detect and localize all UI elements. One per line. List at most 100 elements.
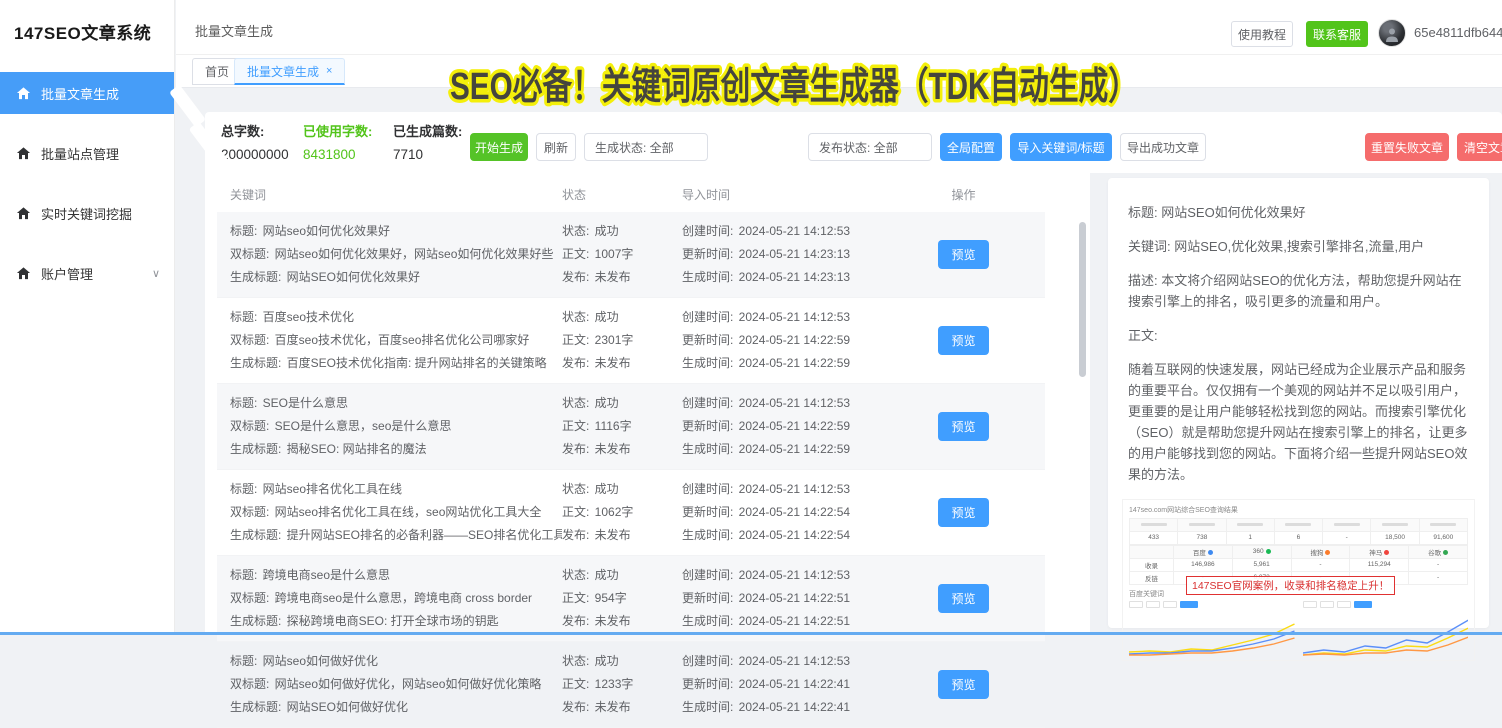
- generated-title-value: 提升网站SEO排名的必备利器——SEO排名优化工具在线: [286, 528, 562, 542]
- publish-value: 未发布: [594, 614, 631, 628]
- table-header: 关键词 状态 导入时间 操作: [205, 173, 1090, 212]
- cell-keyword: 标题: 网站seo如何优化效果好 双标题: 网站seo如何优化效果好，网站seo…: [217, 220, 562, 289]
- words-value: 1116字: [594, 419, 632, 433]
- tab-batch-article[interactable]: 批量文章生成 ×: [234, 58, 346, 85]
- publish-status-select[interactable]: 发布状态: 全部: [808, 133, 932, 161]
- preview-button[interactable]: 预览: [938, 584, 989, 613]
- sidebar-item-keyword-mining[interactable]: 实时关键词挖掘: [0, 192, 174, 234]
- words-label: 正文:: [562, 677, 593, 691]
- cell-status: 状态: 成功 正文: 1062字 发布: 未发布: [562, 478, 682, 547]
- sidebar-item-label: 批量站点管理: [41, 146, 120, 162]
- seo-report-screenshot: 147seo.com网站综合SEO查询结果 433 738 16 -18,500 …: [1122, 498, 1475, 661]
- generated-title-value: 探秘跨境电商SEO: 打开全球市场的钥匙: [286, 614, 499, 628]
- stat-generated-count: 已生成篇数: 7710: [393, 121, 462, 162]
- generated-title-value: 揭秘SEO: 网站排名的魔法: [286, 442, 427, 456]
- cell-keyword: 标题: 网站seo如何做好优化 双标题: 网站seo如何做好优化，网站seo如何…: [217, 650, 562, 719]
- updated-value: 2024-05-21 14:22:41: [738, 677, 851, 691]
- dual-title-label: 双标题:: [230, 333, 273, 347]
- preview-button[interactable]: 预览: [938, 670, 989, 699]
- cell-action: 预览: [895, 392, 1032, 461]
- start-generate-button[interactable]: 开始生成: [470, 133, 528, 161]
- publish-label: 发布:: [562, 614, 593, 628]
- generated-title-label: 生成标题:: [230, 700, 285, 714]
- title-label: 标题:: [230, 396, 261, 410]
- publish-value: 未发布: [594, 270, 631, 284]
- sidebar-item-site-manage[interactable]: 批量站点管理: [0, 132, 174, 174]
- shenma-icon: [1384, 550, 1390, 556]
- preview-button[interactable]: 预览: [938, 326, 989, 355]
- close-icon[interactable]: ×: [326, 65, 332, 77]
- title-label: 标题:: [230, 568, 261, 582]
- words-label: 正文:: [562, 419, 593, 433]
- col-status: 状态: [562, 188, 587, 202]
- table-row[interactable]: 标题: 跨境电商seo是什么意思 双标题: 跨境电商seo是什么意思，跨境电商 …: [217, 556, 1045, 642]
- title-value: 百度seo技术优化: [262, 310, 355, 324]
- dual-title-label: 双标题:: [230, 677, 273, 691]
- report-annotation: 147SEO官网案例，收录和排名稳定上升！: [1186, 575, 1396, 595]
- cell-keyword: 标题: SEO是什么意思 双标题: SEO是什么意思，seo是什么意思 生成标题…: [217, 392, 562, 461]
- export-success-button[interactable]: 导出成功文章: [1120, 133, 1206, 161]
- sidebar-item-batch-article[interactable]: 批量文章生成: [0, 72, 174, 114]
- chevron-down-icon: ∨: [151, 267, 160, 280]
- preview-title: 标题: 网站SEO如何优化效果好: [1128, 205, 1306, 220]
- created-label: 创建时间:: [682, 654, 737, 668]
- title-value: SEO是什么意思: [262, 396, 349, 410]
- user-avatar[interactable]: [1378, 19, 1406, 47]
- generated-time-label: 生成时间:: [682, 614, 737, 628]
- publish-label: 发布:: [562, 270, 593, 284]
- table-row[interactable]: 标题: 网站seo排名优化工具在线 双标题: 网站seo排名优化工具在线，seo…: [217, 470, 1045, 556]
- publish-label: 发布:: [562, 356, 593, 370]
- table-row[interactable]: 标题: 网站seo如何做好优化 双标题: 网站seo如何做好优化，网站seo如何…: [217, 642, 1045, 728]
- publish-value: 未发布: [594, 700, 631, 714]
- home-icon: [16, 86, 31, 101]
- contact-support-button[interactable]: 联系客服: [1306, 21, 1368, 47]
- cell-action: 预览: [895, 478, 1032, 547]
- dual-title-label: 双标题:: [230, 247, 273, 261]
- google-icon: [1443, 550, 1449, 556]
- updated-value: 2024-05-21 14:23:13: [738, 247, 851, 261]
- dual-title-label: 双标题:: [230, 419, 273, 433]
- preview-button[interactable]: 预览: [938, 240, 989, 269]
- publish-label: 发布:: [562, 528, 593, 542]
- sidebar-item-account[interactable]: 账户管理 ∨: [0, 252, 174, 294]
- cell-times: 创建时间: 2024-05-21 14:12:53 更新时间: 2024-05-…: [682, 478, 895, 547]
- table-row[interactable]: 标题: 网站seo如何优化效果好 双标题: 网站seo如何优化效果好，网站seo…: [217, 212, 1045, 298]
- words-value: 954字: [594, 591, 627, 605]
- status-label: 状态:: [562, 310, 593, 324]
- status-value: 成功: [594, 396, 619, 410]
- created-label: 创建时间:: [682, 224, 737, 238]
- status-value: 成功: [594, 224, 619, 238]
- status-value: 成功: [594, 568, 619, 582]
- cell-times: 创建时间: 2024-05-21 14:12:53 更新时间: 2024-05-…: [682, 220, 895, 289]
- vertical-scrollbar[interactable]: [1079, 222, 1086, 377]
- table-body: 标题: 网站seo如何优化效果好 双标题: 网站seo如何优化效果好，网站seo…: [205, 212, 1090, 728]
- updated-label: 更新时间:: [682, 591, 737, 605]
- cell-times: 创建时间: 2024-05-21 14:12:53 更新时间: 2024-05-…: [682, 564, 895, 633]
- so360-icon: [1265, 548, 1271, 554]
- sidebar-item-label: 实时关键词挖掘: [41, 206, 133, 222]
- publish-label: 发布:: [562, 700, 593, 714]
- global-config-button[interactable]: 全局配置: [940, 133, 1002, 161]
- table-row[interactable]: 标题: 百度seo技术优化 双标题: 百度seo技术优化，百度seo排名优化公司…: [217, 298, 1045, 384]
- generated-time-value: 2024-05-21 14:22:41: [738, 700, 851, 714]
- import-keywords-button[interactable]: 导入关键词/标题: [1010, 133, 1112, 161]
- refresh-button[interactable]: 刷新: [536, 133, 576, 161]
- words-value: 1062字: [594, 505, 634, 519]
- title-label: 标题:: [230, 310, 261, 324]
- reset-failed-button[interactable]: 重置失败文章: [1365, 133, 1449, 161]
- clear-articles-button[interactable]: 清空文章: [1457, 133, 1502, 161]
- preview-button[interactable]: 预览: [938, 498, 989, 527]
- cell-keyword: 标题: 跨境电商seo是什么意思 双标题: 跨境电商seo是什么意思，跨境电商 …: [217, 564, 562, 633]
- table-row[interactable]: 标题: SEO是什么意思 双标题: SEO是什么意思，seo是什么意思 生成标题…: [217, 384, 1045, 470]
- status-label: 状态:: [562, 654, 593, 668]
- generated-title-label: 生成标题:: [230, 270, 285, 284]
- status-value: 成功: [594, 482, 619, 496]
- tutorial-button[interactable]: 使用教程: [1231, 21, 1293, 47]
- preview-button[interactable]: 预览: [938, 412, 989, 441]
- generated-time-label: 生成时间:: [682, 700, 737, 714]
- dual-title-value: 网站seo如何优化效果好，网站seo如何优化效果好些: [274, 247, 554, 261]
- publish-label: 发布:: [562, 442, 593, 456]
- created-value: 2024-05-21 14:12:53: [738, 224, 851, 238]
- generate-status-select[interactable]: 生成状态: 全部: [584, 133, 708, 161]
- cell-status: 状态: 成功 正文: 954字 发布: 未发布: [562, 564, 682, 633]
